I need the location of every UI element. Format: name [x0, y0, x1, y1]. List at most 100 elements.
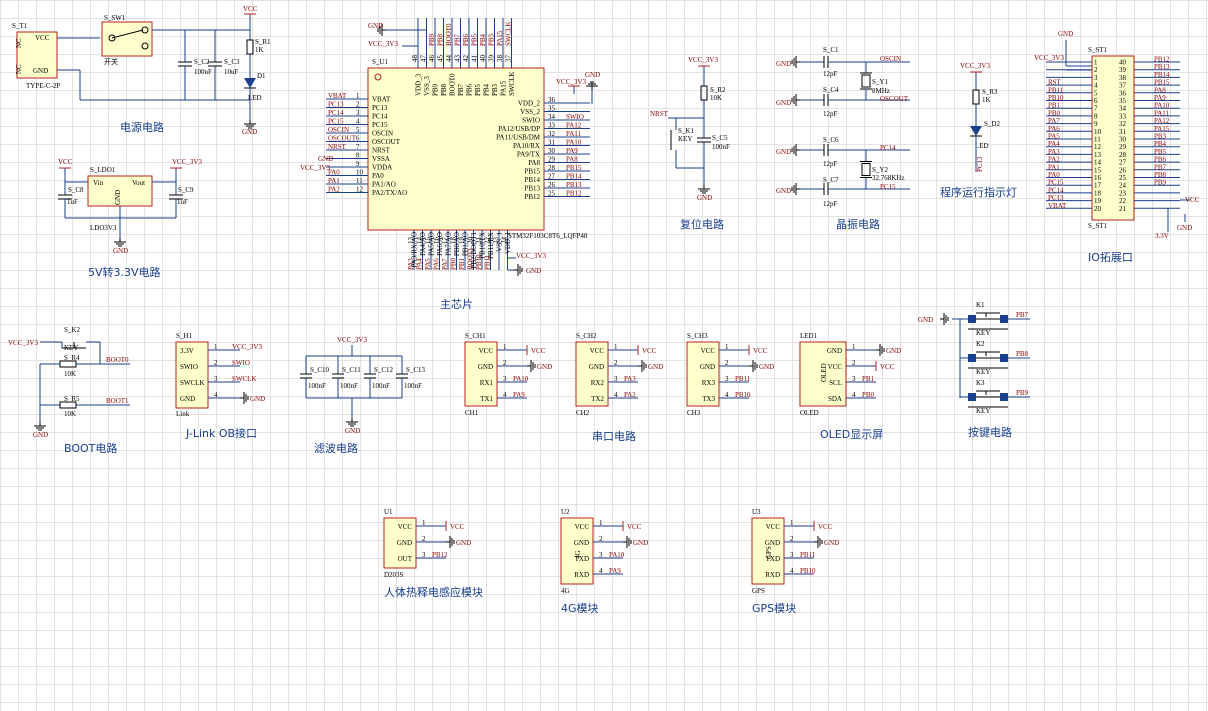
mcu-pin-num-14: 14 — [416, 237, 424, 245]
mcu-pin-num-43: 43 — [454, 55, 462, 63]
filter-cap-ref-1: S_C10 — [310, 366, 330, 374]
module3-pin-rxd: RXD — [765, 571, 780, 579]
module2-pin-vcc: VCC — [575, 523, 590, 531]
r5-val: 10K — [64, 410, 76, 418]
mcu-bottom-pins: PA3/RX/AO13PA3PA4/AO14PA4PA5/AO15PA5PA6/… — [407, 230, 516, 270]
mcu-pin-num-19: 19 — [458, 237, 466, 245]
boot-gnd: GND — [33, 431, 48, 439]
ldo-pin-gnd: GND — [114, 190, 122, 205]
mcu-pin-pb8: PB8 — [440, 83, 448, 96]
module3-pin-num-1: 1 — [790, 519, 794, 527]
jlink-pin-swio: SWIO — [180, 363, 198, 371]
mcu-pin-num-40: 40 — [479, 55, 487, 63]
filter-cap-ref-4: S_C13 — [406, 366, 426, 374]
mcu-net-pb7: PB7 — [454, 33, 462, 46]
mcu-net-pa15: PA15 — [496, 30, 504, 46]
mcu-pin-pa12-usb-dp: PA12/USB/DP — [498, 125, 540, 133]
ldo-v33-label: VCC_3V3 — [172, 158, 202, 166]
mcu-net-swio: SWIO — [566, 113, 584, 121]
sw1-label: 开关 — [104, 57, 118, 66]
c9-val: 1uF — [177, 198, 188, 206]
io-33v: 3.3V — [1155, 232, 1169, 240]
uart1-net-vcc: VCC — [531, 347, 546, 355]
section-title-gps: GPS模块 — [752, 602, 796, 615]
xtal-net-oscout: OSCOUT — [880, 95, 909, 103]
uart3-net-vcc: VCC — [753, 347, 768, 355]
key-val-3: KEY — [976, 407, 990, 415]
oled-pin-num-2: 2 — [852, 359, 856, 367]
jlink-net-swclk: SWCLK — [232, 375, 257, 383]
mcu-pin-pa9-tx: PA9/TX — [517, 151, 540, 159]
c4-val: 12pF — [823, 110, 838, 118]
section-title-reset: 复位电路 — [680, 217, 724, 231]
uart1-part: CH1 — [465, 409, 479, 417]
filter-cap-val-3: 100nF — [372, 382, 390, 390]
module3-pin-num-4: 4 — [790, 567, 794, 575]
mcu-pin-vdda: VDDA — [372, 164, 392, 172]
mcu-pin-num-25: 25 — [548, 190, 556, 198]
mcu-pin-num-27: 27 — [548, 173, 556, 181]
filter-cap-ref-2: S_C11 — [342, 366, 361, 374]
c4-ref: S_C4 — [823, 86, 839, 94]
xtal-gnd-4: GND — [776, 187, 791, 195]
io-header: S_ST1 S_ST1 1234RST5PB116PB107PB18PB09PA… — [1034, 30, 1200, 264]
mcu-pin-num-36: 36 — [548, 96, 556, 104]
section-title-led: 程序运行指示灯 — [940, 185, 1017, 199]
module1-net-vcc: VCC — [450, 523, 465, 531]
uart2-pin-vcc: VCC — [590, 347, 605, 355]
c6-ref: S_C6 — [823, 136, 839, 144]
uart2-part: CH2 — [576, 409, 590, 417]
section-title-main: 主芯片 — [440, 297, 473, 311]
io-v33: VCC_3V3 — [1034, 54, 1064, 62]
mcu-pin-num-18: 18 — [450, 237, 458, 245]
module1-pin-gnd: GND — [397, 539, 412, 547]
c6-val: 12pF — [823, 160, 838, 168]
mcu-net-boot0: BOOT0 — [445, 23, 453, 46]
section-title-ldo: 5V转3.3V电路 — [88, 265, 161, 279]
r3-ref: S_R3 — [982, 88, 998, 96]
uart2-ref: S_CH2 — [576, 332, 597, 340]
mcu-net-pb14: PB14 — [566, 173, 582, 181]
module3-net-vcc: VCC — [818, 523, 833, 531]
boot1-net: BOOT1 — [106, 397, 129, 405]
jlink-part: Link — [176, 410, 190, 418]
uart3-pin-num-1: 1 — [725, 343, 729, 351]
c1-ref: S_C1 — [823, 46, 839, 54]
t1-pin-nc1: NC — [15, 38, 23, 48]
section-title-power: 电源电路 — [120, 120, 164, 134]
key-ref-1: K1 — [976, 301, 985, 309]
mcu-pin-pb6: PB6 — [466, 83, 474, 96]
mcu-net-pb9: PB9 — [428, 33, 436, 46]
mcu-pin-pc14: PC14 — [372, 113, 388, 121]
io-pin-20: 20 — [1094, 205, 1102, 213]
mcu-top-pins: VDD_348VSS_347PB946PB9PB845PB8BOOT044BOO… — [400, 18, 516, 96]
mcu-pin-num-39: 39 — [488, 55, 496, 63]
k2-ref: S_K2 — [64, 326, 80, 334]
mcu-pin-num-3: 3 — [356, 109, 360, 117]
xtal-net-pc14: PC14 — [880, 144, 896, 152]
key-ref-3: K3 — [976, 379, 985, 387]
uart3-pin-vcc: VCC — [701, 347, 716, 355]
oled-net-pb1: PB1 — [862, 375, 875, 383]
mcu-net-nrst: NRST — [328, 143, 347, 151]
r3-val: 1K — [982, 96, 991, 104]
mcu-pin-num-15: 15 — [424, 237, 432, 245]
mcu-stm32: S_U1 STM32F103C8T6_LQFP48 VBAT1VBATPC132… — [300, 18, 600, 311]
key-net-pb9: PB9 — [1016, 389, 1029, 397]
r4-val: 10K — [64, 370, 76, 378]
uart1-pin-num-2: 2 — [503, 359, 507, 367]
key-ref-2: K2 — [976, 340, 985, 348]
uart1-pin-num-4: 4 — [503, 391, 507, 399]
uart2-pin-num-3: 3 — [614, 375, 618, 383]
mcu-pin-num-35: 35 — [548, 105, 556, 113]
key-val-1: KEY — [976, 329, 990, 337]
module2-net-pa9: PA9 — [609, 567, 621, 575]
io-gnd-top: GND — [1058, 30, 1073, 38]
keys-gnd: GND — [918, 316, 933, 324]
mcu-pin-num-37: 37 — [505, 55, 513, 63]
ldo-pin-vout: Vout — [132, 179, 145, 187]
led-v33: VCC_3V3 — [960, 62, 990, 70]
mcu-net-pa8: PA8 — [566, 156, 578, 164]
d1-ref: D1 — [257, 72, 266, 80]
mcu-pin-pb13: PB13 — [524, 185, 540, 193]
